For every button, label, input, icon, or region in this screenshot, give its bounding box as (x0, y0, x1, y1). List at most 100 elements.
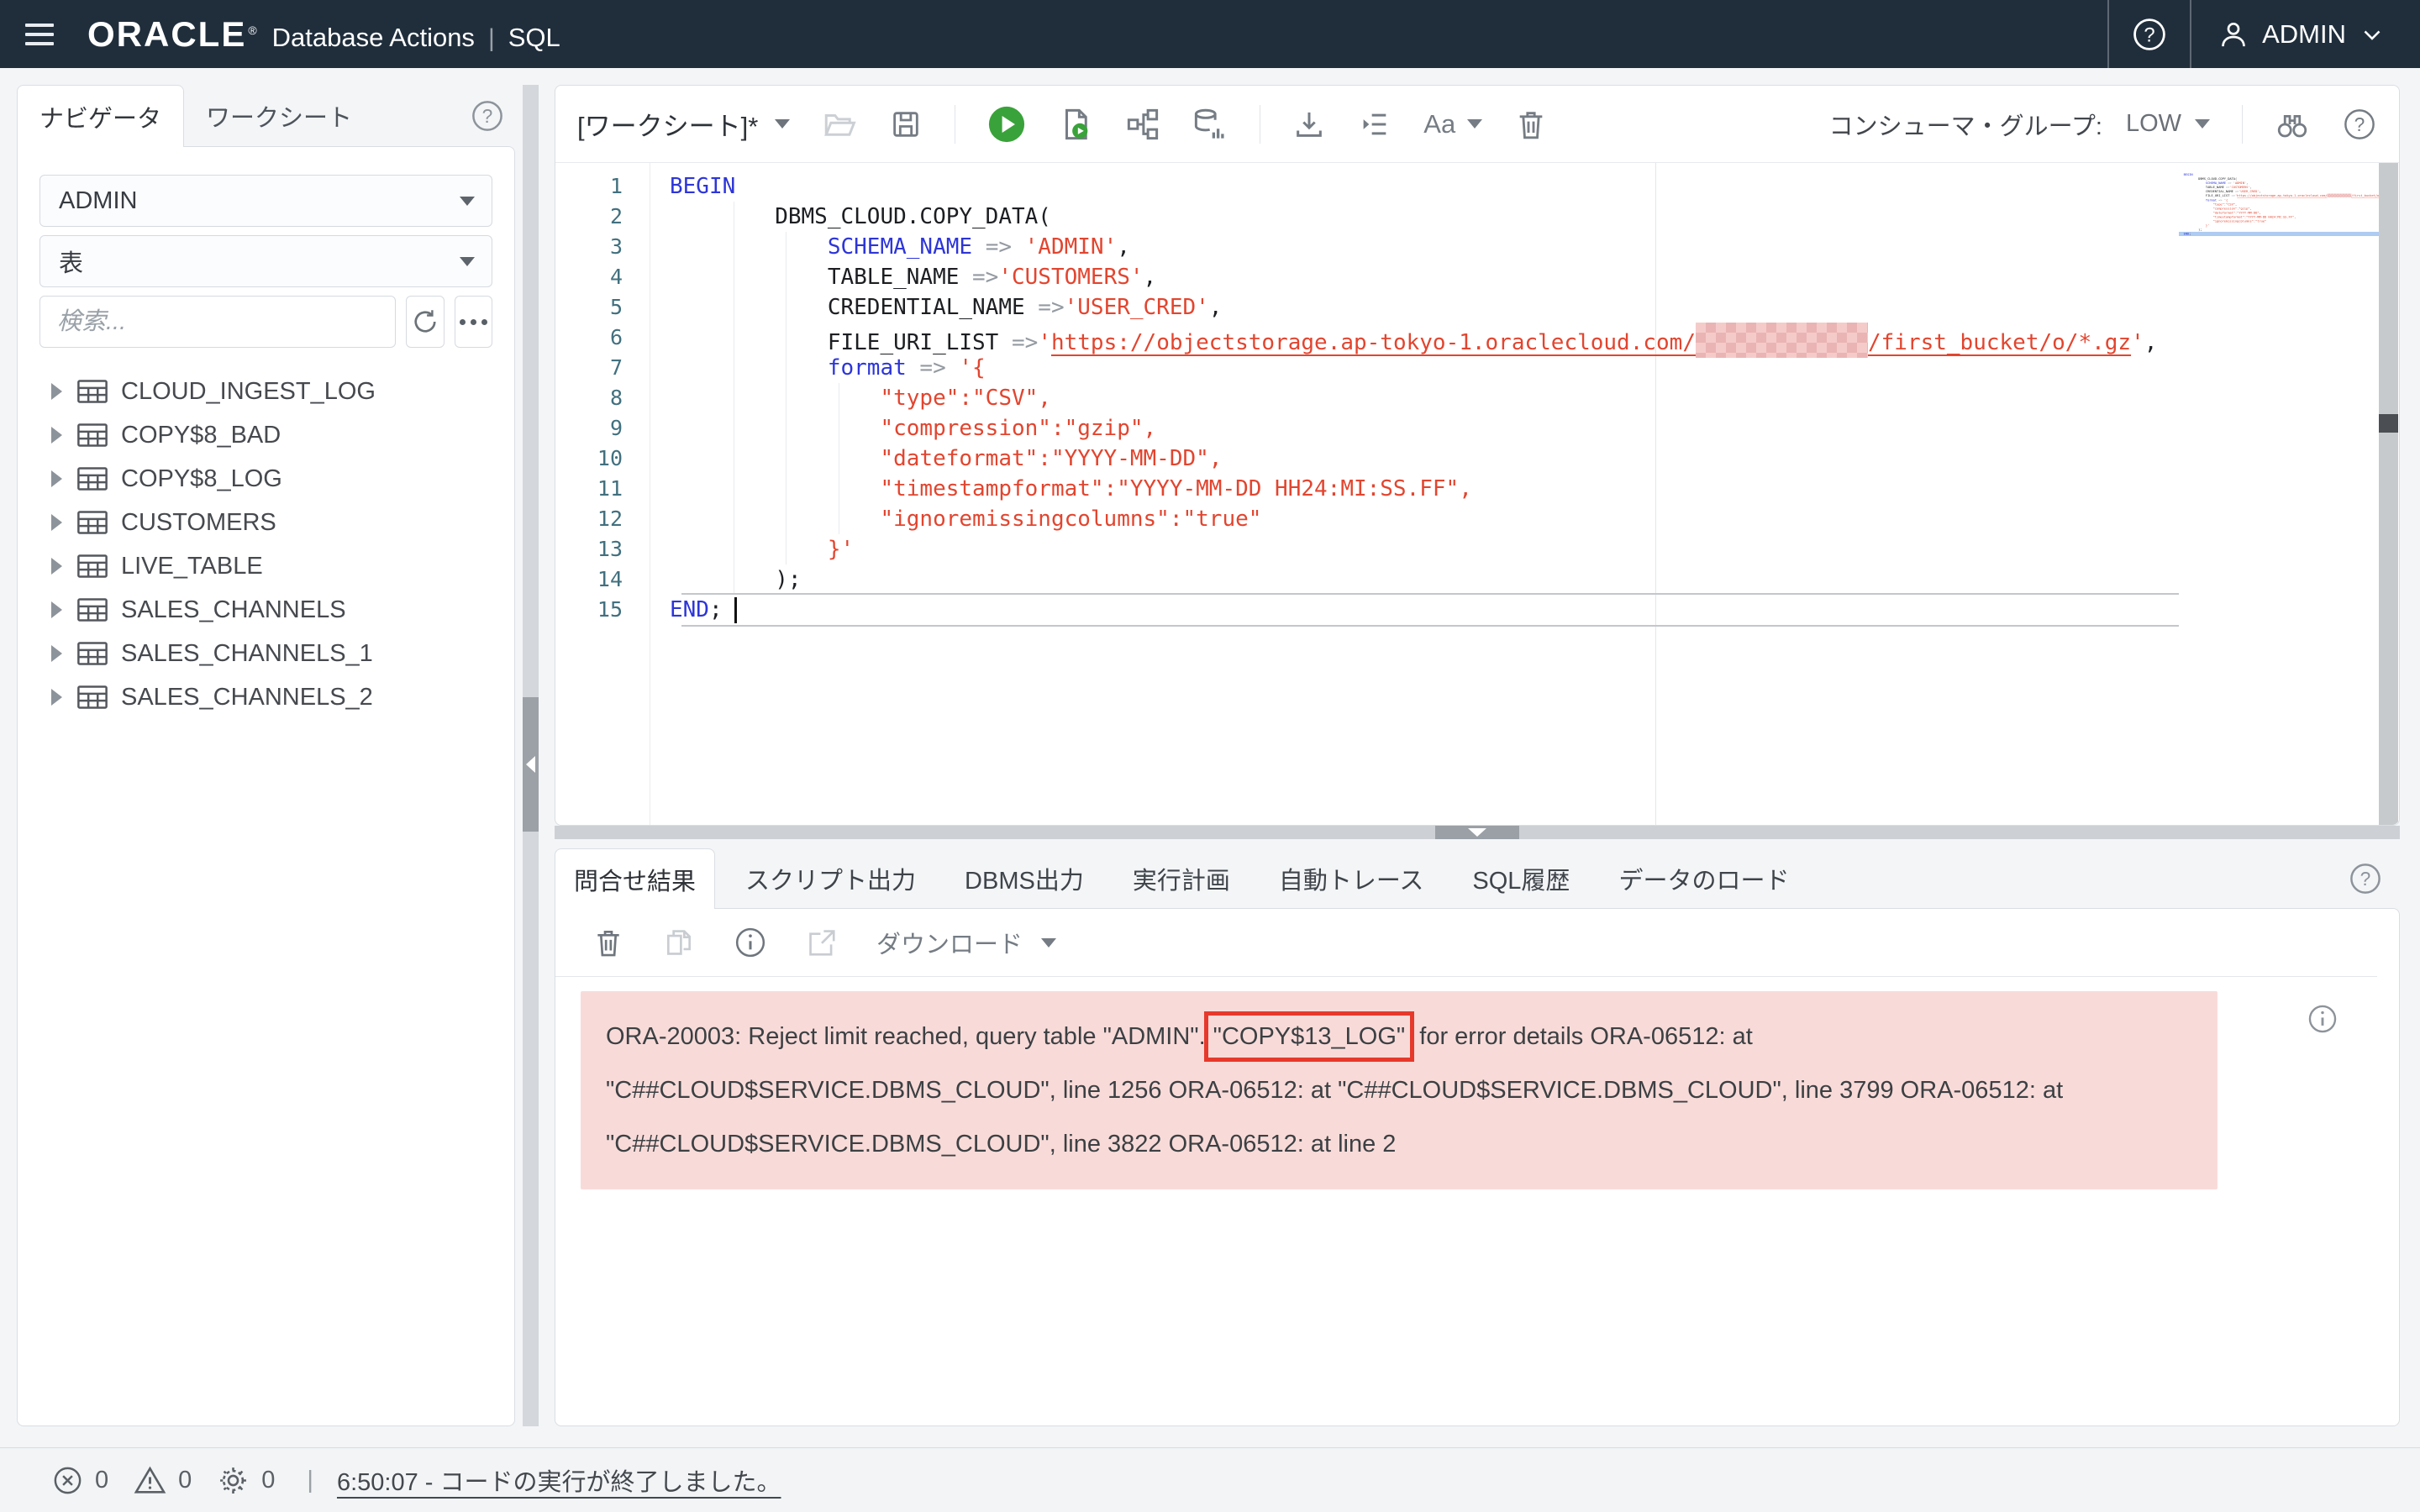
scrollbar-thumb[interactable] (2379, 414, 2398, 433)
expand-arrow-icon[interactable] (51, 558, 62, 575)
table-icon (77, 467, 108, 491)
table-name: CLOUD_INGEST_LOG (121, 378, 376, 406)
font-size-button[interactable]: Aa (1423, 109, 1482, 139)
refresh-button[interactable] (406, 296, 445, 348)
table-item[interactable]: SALES_CHANNELS_2 (39, 675, 492, 719)
table-name: LIVE_TABLE (121, 553, 263, 580)
code-line[interactable]: 1BEGIN (555, 171, 2157, 202)
download-results-button[interactable]: ダウンロード (876, 925, 1056, 960)
find-button[interactable] (2275, 107, 2310, 142)
tab-worksheet[interactable]: ワークシート (184, 85, 374, 147)
hamburger-menu-icon[interactable] (25, 24, 54, 45)
download-editor-button[interactable] (1292, 108, 1326, 141)
tab-navigator[interactable]: ナビゲータ (17, 85, 184, 147)
results-tab[interactable]: データのロード (1600, 848, 1807, 909)
line-number: 3 (555, 232, 636, 262)
explain-plan-button[interactable] (1125, 107, 1160, 142)
table-item[interactable]: SALES_CHANNELS (39, 588, 492, 632)
warning-count[interactable]: 0 (134, 1464, 192, 1497)
results-tab[interactable]: 自動トレース (1260, 848, 1443, 909)
error-info-icon[interactable] (2307, 1003, 2338, 1035)
run-script-button[interactable] (1058, 107, 1093, 142)
code-line[interactable]: 12 "ignoremissingcolumns":"true" (555, 504, 2157, 534)
error-count[interactable]: 0 (52, 1465, 108, 1496)
code-line[interactable]: 15END; (555, 595, 2157, 625)
code-lines[interactable]: 1BEGIN2 DBMS_CLOUD.COPY_DATA(3 SCHEMA_NA… (2179, 172, 2379, 236)
code-line[interactable]: 13 }' (555, 534, 2157, 564)
code-lines[interactable]: 1BEGIN2 DBMS_CLOUD.COPY_DATA(3 SCHEMA_NA… (555, 171, 2157, 625)
code-line[interactable]: 9 "compression":"gzip", (555, 413, 2157, 444)
code-text: "compression":"gzip", (636, 413, 1156, 444)
sql-editor[interactable]: 1BEGIN2 DBMS_CLOUD.COPY_DATA(3 SCHEMA_NA… (555, 163, 2399, 825)
autotrace-button[interactable] (1192, 107, 1228, 142)
worksheet-help-icon[interactable]: ? (2342, 107, 2377, 142)
table-item[interactable]: CLOUD_INGEST_LOG (39, 370, 492, 413)
user-menu[interactable]: ADMIN (2191, 0, 2420, 68)
table-item[interactable]: COPY$8_LOG (39, 457, 492, 501)
code-line[interactable]: 6 FILE_URI_LIST =>'https://objectstorage… (555, 323, 2157, 353)
navigator-panel: ADMIN 表 CLOUD_INGEST_LOG (17, 146, 515, 1426)
code-line[interactable]: 10 "dateformat":"YYYY-MM-DD", (555, 444, 2157, 474)
expand-arrow-icon[interactable] (51, 601, 62, 618)
results-tab[interactable]: 実行計画 (1114, 848, 1249, 909)
results-help-icon[interactable]: ? (2348, 861, 2383, 896)
table-icon (77, 642, 108, 665)
sidebar-help-icon[interactable]: ? (470, 98, 505, 134)
expand-arrow-icon[interactable] (51, 514, 62, 531)
more-options-button[interactable] (455, 296, 493, 348)
status-bar: 0 0 0 | 6:50:07 - コードの実行が終了しました。 (0, 1447, 2420, 1512)
status-divider: | (307, 1467, 313, 1494)
object-type-select[interactable]: 表 (39, 235, 492, 287)
search-input[interactable] (39, 296, 396, 348)
open-file-button[interactable] (822, 107, 857, 142)
table-name: SALES_CHANNELS_2 (121, 684, 373, 711)
code-line[interactable]: 8 "type":"CSV", (555, 383, 2157, 413)
consumer-group-select[interactable]: LOW (2126, 110, 2210, 138)
user-name: ADMIN (2262, 19, 2346, 50)
editor-minimap[interactable]: 1BEGIN2 DBMS_CLOUD.COPY_DATA(3 SCHEMA_NA… (2179, 171, 2379, 289)
clear-results-button[interactable] (592, 927, 624, 958)
code-line[interactable]: 4 TABLE_NAME =>'CUSTOMERS', (555, 262, 2157, 292)
table-name: CUSTOMERS (121, 509, 276, 537)
code-line[interactable]: 7 format => '{ (555, 353, 2157, 383)
expand-arrow-icon[interactable] (51, 645, 62, 662)
code-text: }' (636, 534, 854, 564)
splitter-handle[interactable] (523, 697, 539, 832)
editor-scrollbar[interactable] (2379, 163, 2398, 825)
expand-arrow-icon[interactable] (51, 689, 62, 706)
horizontal-splitter[interactable] (555, 826, 2400, 839)
caret-down-icon (460, 197, 475, 206)
clear-editor-button[interactable] (1514, 108, 1548, 141)
expand-arrow-icon[interactable] (51, 427, 62, 444)
splitter-handle[interactable] (1435, 826, 1519, 839)
results-tab[interactable]: スクリプト出力 (727, 848, 934, 909)
results-tab[interactable]: 問合せ結果 (555, 848, 715, 909)
table-item[interactable]: LIVE_TABLE (39, 544, 492, 588)
code-line[interactable]: 2 DBMS_CLOUD.COPY_DATA( (555, 202, 2157, 232)
save-button[interactable] (889, 108, 923, 141)
table-item[interactable]: COPY$8_BAD (39, 413, 492, 457)
worksheet-title-menu[interactable]: [ワークシート]* (577, 105, 790, 143)
code-line[interactable]: 15END; (2179, 232, 2379, 236)
vertical-splitter[interactable] (523, 85, 539, 1426)
copy-results-button[interactable] (663, 927, 695, 958)
table-item[interactable]: CUSTOMERS (39, 501, 492, 544)
expand-arrow-icon[interactable] (51, 383, 62, 400)
line-number: 13 (555, 534, 636, 564)
help-button[interactable]: ? (2109, 0, 2190, 68)
schema-select[interactable]: ADMIN (39, 175, 492, 227)
code-line[interactable]: 14 ); (555, 564, 2157, 595)
results-info-button[interactable] (734, 926, 767, 959)
expand-arrow-icon[interactable] (51, 470, 62, 487)
code-line[interactable]: 3 SCHEMA_NAME => 'ADMIN', (555, 232, 2157, 262)
code-line[interactable]: 5 CREDENTIAL_NAME =>'USER_CRED', (555, 292, 2157, 323)
table-item[interactable]: SALES_CHANNELS_1 (39, 632, 492, 675)
format-button[interactable] (1358, 108, 1392, 141)
open-in-new-button[interactable] (806, 927, 838, 958)
results-tab[interactable]: DBMS出力 (946, 848, 1102, 909)
code-line[interactable]: 11 "timestampformat":"YYYY-MM-DD HH24:MI… (555, 474, 2157, 504)
status-message-link[interactable]: 6:50:07 - コードの実行が終了しました。 (337, 1462, 781, 1498)
task-count[interactable]: 0 (217, 1464, 275, 1497)
run-statement-button[interactable] (987, 105, 1026, 144)
results-tab[interactable]: SQL履歴 (1454, 848, 1588, 909)
